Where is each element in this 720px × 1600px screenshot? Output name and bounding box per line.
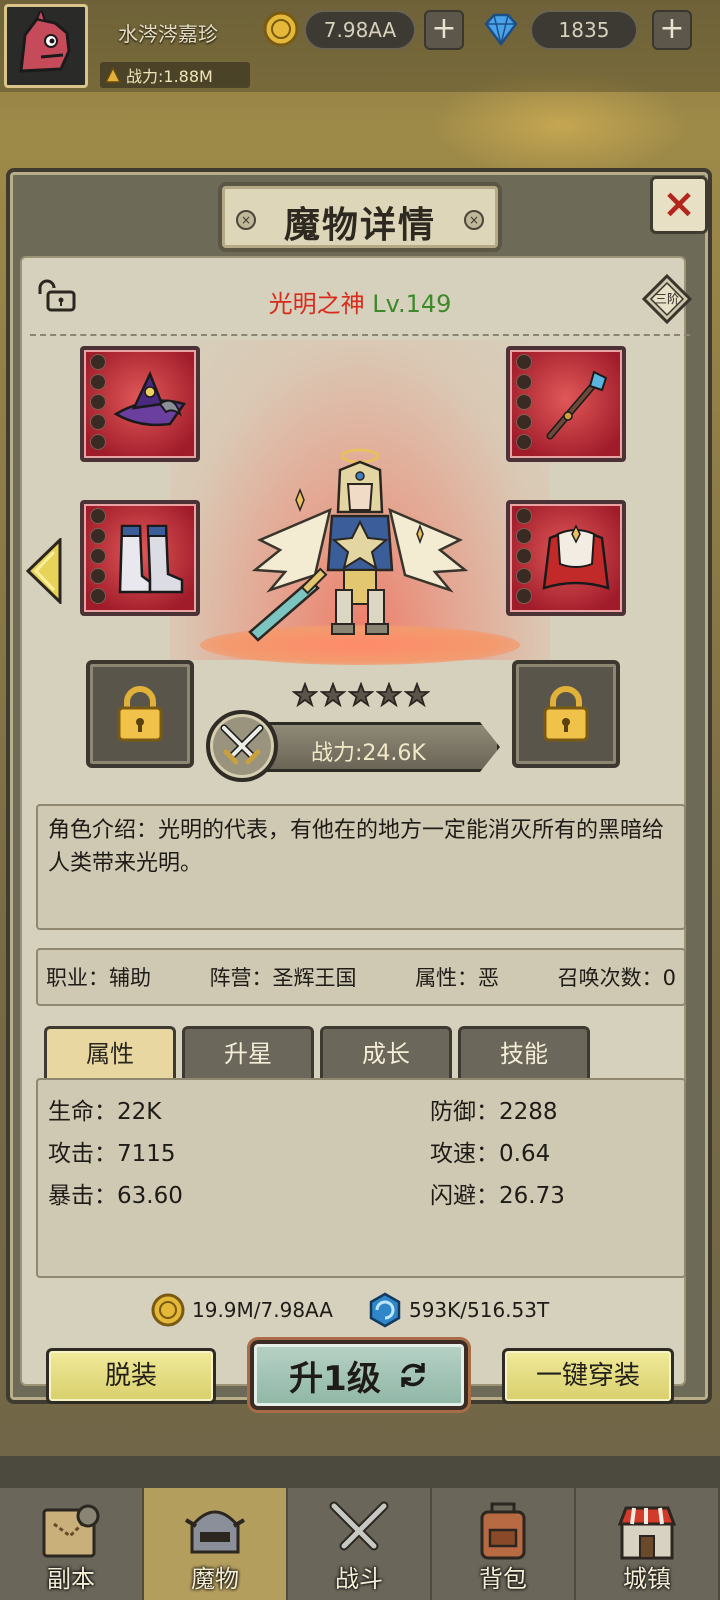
nav-label-town: 城镇 — [623, 1565, 671, 1593]
equip-slot-helmet[interactable] — [80, 346, 200, 462]
tab-growth[interactable]: 成长 — [320, 1026, 452, 1080]
locked-slot-right[interactable] — [512, 660, 620, 768]
stat-hp: 生命：22K — [48, 1099, 162, 1125]
player-name: 水涔涔嘉珍 — [118, 22, 218, 46]
level-up-cost: 19.9M/7.98AA 593K/516.53T — [150, 1290, 549, 1330]
previous-monster-arrow-icon[interactable] — [24, 538, 64, 604]
equip-slot-weapon[interactable] — [506, 346, 626, 462]
padlock-icon — [117, 686, 163, 742]
hero-name: 光明之神 — [268, 290, 365, 318]
gold-amount: 7.98AA — [304, 10, 416, 50]
gold-coin-icon — [151, 1293, 185, 1327]
nav-label-battle: 战斗 — [335, 1565, 383, 1593]
panel-title-plate: × 魔物详情 × — [218, 182, 502, 252]
diamond-icon — [484, 13, 518, 47]
diamond-amount: 1835 — [530, 10, 638, 50]
map-scroll-icon — [42, 1504, 100, 1558]
level-up-label: 升1级 — [289, 1358, 381, 1399]
star-icon — [292, 682, 318, 708]
stat-attack-speed: 攻速：0.64 — [430, 1141, 551, 1167]
tier-label: 三阶 — [654, 292, 679, 306]
bottom-nav: 副本 魔物 战斗 背包 城镇 — [0, 1488, 720, 1600]
refresh-icon — [401, 1363, 425, 1387]
hero-faction: 阵营：圣辉王国 — [209, 966, 357, 990]
stat-defense: 防御：2288 — [430, 1099, 558, 1125]
boots-icon — [118, 524, 184, 594]
crossed-swords-icon — [329, 1501, 389, 1551]
exp-cost: 593K/516.53T — [408, 1298, 550, 1322]
close-button[interactable]: × — [650, 176, 708, 234]
divider — [30, 334, 690, 336]
level-up-button[interactable]: 升1级 — [250, 1340, 468, 1410]
detail-tabs: 属性 升星 成长 技能 — [44, 1026, 590, 1080]
hero-attribute: 属性：恶 — [415, 966, 500, 990]
combat-power-bar: 战力:24.6K — [250, 722, 500, 772]
star-icon — [376, 682, 402, 708]
slot-level-dots — [90, 508, 106, 608]
nav-label-monsters: 魔物 — [191, 1565, 239, 1593]
equip-slot-armor[interactable] — [506, 500, 626, 616]
star-icon — [404, 682, 430, 708]
stat-crit: 暴击：63.60 — [48, 1183, 183, 1209]
staff-icon — [546, 370, 608, 440]
equip-all-button[interactable]: 一键穿装 — [502, 1348, 674, 1404]
crossed-swords-icon — [220, 724, 264, 765]
stat-attack: 攻击：7115 — [48, 1141, 176, 1167]
nav-item-town[interactable]: 城镇 — [576, 1488, 720, 1600]
slot-level-dots — [516, 354, 532, 454]
hero-level: Lv.149 — [372, 290, 452, 318]
player-avatar[interactable] — [4, 4, 88, 88]
hero-info-row: 职业：辅助 阵营：圣辉王国 属性：恶 召唤次数：0 — [36, 948, 686, 1006]
panel-title: 魔物详情 — [283, 205, 436, 246]
wizard-hat-icon — [113, 370, 187, 427]
nav-item-backpack[interactable]: 背包 — [432, 1488, 576, 1600]
stats-panel: 生命：22K 防御：2288 攻击：7115 攻速：0.64 暴击：63.60 … — [36, 1078, 686, 1278]
nav-label-dungeon: 副本 — [47, 1565, 95, 1593]
add-diamond-button[interactable]: + — [652, 10, 692, 50]
star-icon — [320, 682, 346, 708]
add-gold-button[interactable]: + — [424, 10, 464, 50]
hero-description: 角色介绍：光明的代表，有他在的地方一定能消灭所有的黑暗给人类带来光明。 — [36, 804, 686, 930]
power-icon — [104, 66, 122, 83]
gold-coin-icon — [263, 11, 299, 47]
backpack-icon — [480, 1502, 526, 1560]
star-icon — [348, 682, 374, 708]
slot-level-dots — [90, 354, 106, 454]
slot-level-dots — [516, 508, 532, 608]
hero-title: 光明之神 Lv.149 — [0, 284, 720, 319]
tier-badge: 三阶 — [641, 273, 693, 325]
combat-power-value: 战力:24.6K — [311, 741, 426, 766]
nav-divider — [0, 1456, 720, 1492]
locked-slot-left[interactable] — [86, 660, 194, 768]
nav-item-battle[interactable]: 战斗 — [288, 1488, 432, 1600]
padlock-icon — [543, 686, 589, 742]
hero-summon-count: 召唤次数：0 — [557, 966, 676, 990]
tab-skills[interactable]: 技能 — [458, 1026, 590, 1080]
tab-attributes[interactable]: 属性 — [44, 1026, 176, 1080]
combat-power-badge — [206, 710, 278, 782]
bolt-icon: × — [464, 210, 484, 230]
stat-dodge: 闪避：26.73 — [430, 1183, 565, 1209]
hero-sprite — [248, 448, 469, 642]
shop-building-icon — [617, 1506, 677, 1560]
nav-label-backpack: 背包 — [479, 1565, 527, 1593]
player-power-value: 战力:1.88M — [126, 67, 213, 86]
player-power: 战力:1.88M — [100, 62, 250, 88]
cape-armor-icon — [542, 524, 610, 590]
unequip-button[interactable]: 脱装 — [46, 1348, 216, 1404]
hero-job: 职业：辅助 — [46, 966, 151, 990]
monster-avatar-icon — [19, 11, 71, 73]
nav-item-monsters[interactable]: 魔物 — [144, 1488, 288, 1600]
helmet-icon — [184, 1510, 246, 1554]
equip-slot-boots[interactable] — [80, 500, 200, 616]
nav-item-dungeon[interactable]: 副本 — [0, 1488, 144, 1600]
gold-cost: 19.9M/7.98AA — [192, 1298, 333, 1322]
tab-star-up[interactable]: 升星 — [182, 1026, 314, 1080]
exp-orb-icon — [369, 1292, 401, 1328]
star-rating — [292, 682, 430, 710]
